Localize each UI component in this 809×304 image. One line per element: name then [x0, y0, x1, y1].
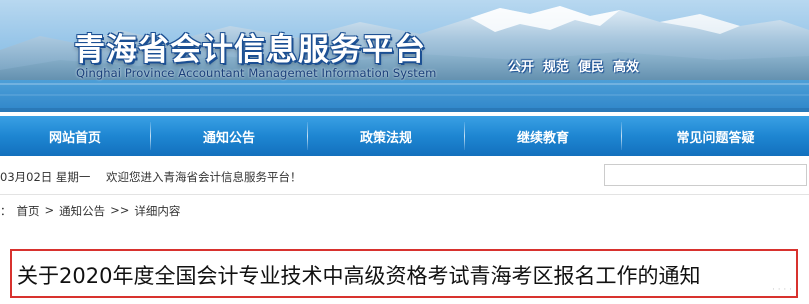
nav-item-policies[interactable]: 政策法规	[308, 116, 464, 156]
motto-item: 规范	[543, 60, 570, 75]
welcome-message: 欢迎您进入青海省会计信息服务平台！	[106, 170, 302, 184]
nav-item-notices[interactable]: 通知公告	[151, 116, 307, 156]
watermark: · · · ·	[771, 285, 792, 295]
article-title: 关于2020年度全国会计专业技术中高级资格考试青海考区报名工作的通知	[17, 264, 701, 288]
current-date: 03月02日 星期一	[0, 170, 91, 184]
nav-item-faq[interactable]: 常见问题答疑	[622, 116, 809, 156]
site-subtitle: Qinghai Province Accountant Managemet In…	[76, 66, 437, 80]
breadcrumb-separator: >	[44, 203, 55, 217]
article-title-highlight: 关于2020年度全国会计专业技术中高级资格考试青海考区报名工作的通知 · · ·…	[10, 249, 798, 298]
site-banner: 青海省会计信息服务平台 Qinghai Province Accountant …	[0, 0, 809, 112]
breadcrumb-home-link[interactable]: 首页	[17, 203, 40, 219]
breadcrumb-prefix: ：	[0, 204, 12, 218]
breadcrumb-current: 详细内容	[134, 204, 181, 218]
breadcrumb-notices-link[interactable]: 通知公告	[59, 203, 105, 219]
motto-item: 公开	[508, 60, 535, 75]
site-title: 青海省会计信息服务平台	[74, 32, 426, 68]
motto-item: 高效	[613, 60, 640, 75]
motto-item: 便民	[578, 60, 605, 75]
breadcrumb: ： 首页 > 通知公告 >> 详细内容	[0, 203, 180, 219]
nav-item-continuing-education[interactable]: 继续教育	[465, 116, 621, 156]
search-input[interactable]	[604, 164, 807, 186]
nav-item-home[interactable]: 网站首页	[0, 116, 150, 156]
main-nav: 网站首页 通知公告 政策法规 继续教育 常见问题答疑	[0, 116, 809, 156]
info-bar: 03月02日 星期一 欢迎您进入青海省会计信息服务平台！	[0, 160, 809, 195]
motto: 公开 规范 便民 高效	[508, 56, 639, 75]
breadcrumb-separator: >>	[110, 203, 130, 217]
